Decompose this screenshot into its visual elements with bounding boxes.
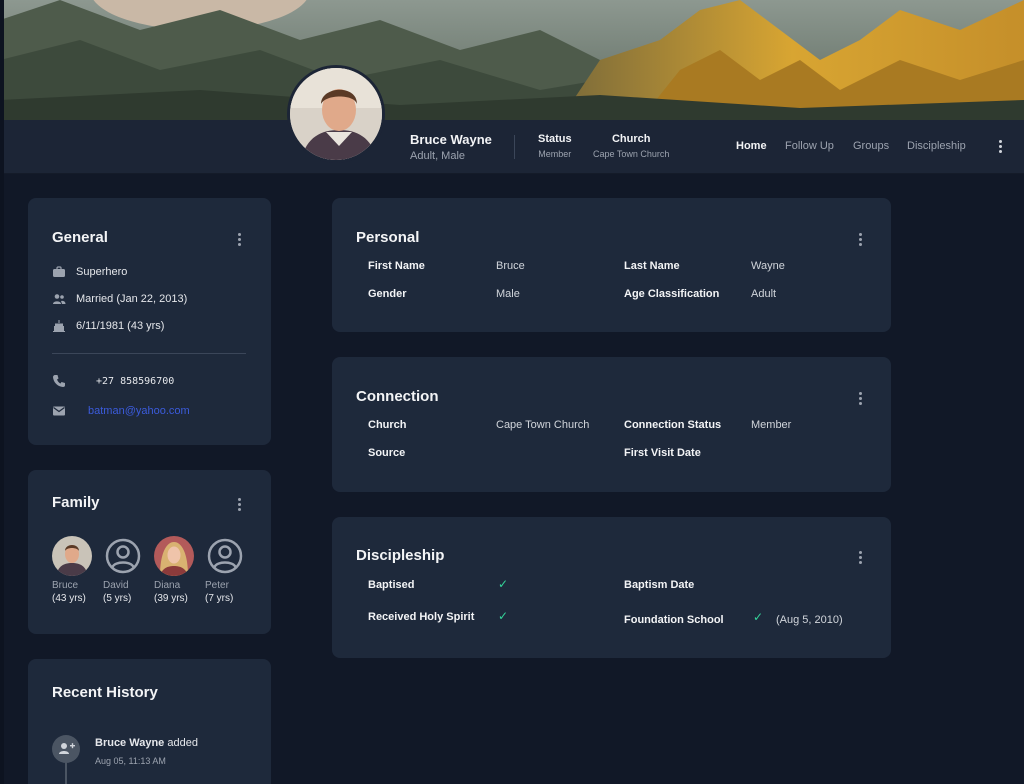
- personal-title: Personal: [356, 229, 420, 246]
- history-action: added: [167, 737, 198, 749]
- family-avatar: [52, 536, 92, 576]
- cake-icon: [53, 320, 65, 332]
- holy-spirit-label: Received Holy Spirit: [368, 611, 475, 623]
- birthday-row: 6/11/1981 (43 yrs): [52, 319, 164, 333]
- mail-icon: [53, 406, 65, 416]
- conn-status-value: Member: [751, 419, 792, 431]
- status-label: Status: [538, 133, 572, 145]
- profile-avatar[interactable]: [287, 65, 385, 163]
- family-member-age: (7 yrs): [205, 593, 234, 604]
- baptism-date-label: Baptism Date: [624, 579, 695, 591]
- marital-text: Married (Jan 22, 2013): [76, 293, 188, 305]
- discipleship-more-icon[interactable]: [859, 551, 863, 566]
- nav-discipleship[interactable]: Discipleship: [907, 140, 966, 152]
- occupation-text: Superhero: [76, 266, 128, 278]
- family-avatar: [154, 536, 194, 576]
- baptised-label: Baptised: [368, 579, 415, 591]
- phone-icon: [53, 375, 65, 387]
- discipleship-title: Discipleship: [356, 547, 445, 564]
- family-member[interactable]: David (5 yrs): [103, 536, 153, 604]
- church-meta: Church Cape Town Church: [593, 133, 669, 159]
- gender-label: Gender: [368, 288, 407, 300]
- connection-more-icon[interactable]: [859, 392, 863, 407]
- family-member-name: David: [103, 580, 129, 591]
- age-class-value: Adult: [751, 288, 777, 300]
- church-label: Church: [611, 133, 651, 145]
- conn-status-label: Connection Status: [624, 419, 722, 431]
- nav-follow-up[interactable]: Follow Up: [785, 140, 834, 152]
- user-add-icon: [52, 735, 80, 763]
- holy-spirit-check-icon: ✓: [498, 609, 509, 623]
- family-member[interactable]: Bruce (43 yrs): [52, 536, 102, 604]
- foundation-check-icon: ✓: [753, 610, 764, 624]
- phone-row: +27 858596700: [52, 374, 174, 388]
- family-member[interactable]: Diana (39 yrs): [154, 536, 204, 604]
- conn-church-value: Cape Town Church: [496, 419, 590, 431]
- nav-home[interactable]: Home: [736, 140, 767, 152]
- last-name-value: Wayne: [751, 260, 785, 272]
- first-visit-label: First Visit Date: [624, 447, 701, 459]
- family-title: Family: [52, 494, 100, 511]
- history-item: Bruce Wayne added: [95, 737, 198, 749]
- nav-groups[interactable]: Groups: [853, 140, 889, 152]
- connection-card: Connection Church Cape Town Church Conne…: [332, 357, 891, 492]
- general-more-icon[interactable]: [238, 233, 242, 248]
- status-value: Member: [538, 149, 572, 159]
- profile-name: Bruce Wayne: [410, 132, 492, 147]
- baptised-check-icon: ✓: [498, 577, 509, 591]
- user-circle-icon: [205, 536, 245, 576]
- users-icon: [53, 294, 66, 304]
- conn-church-label: Church: [368, 419, 407, 431]
- age-class-label: Age Classification: [624, 288, 720, 300]
- first-name-label: First Name: [368, 260, 425, 272]
- profile-subtitle: Adult, Male: [410, 150, 466, 162]
- cover-banner: [0, 0, 1024, 120]
- family-member[interactable]: Peter (7 yrs): [205, 536, 255, 604]
- status-meta: Status Member: [538, 133, 572, 159]
- family-member-age: (39 yrs): [154, 593, 188, 604]
- foundation-date: (Aug 5, 2010): [776, 614, 843, 626]
- connection-title: Connection: [356, 388, 439, 405]
- user-circle-icon: [103, 536, 143, 576]
- mountain-landscape-image: [0, 0, 1024, 120]
- personal-more-icon[interactable]: [859, 233, 863, 248]
- first-name-value: Bruce: [496, 260, 525, 272]
- history-actor[interactable]: Bruce Wayne: [95, 737, 164, 749]
- source-label: Source: [368, 447, 406, 459]
- foundation-label: Foundation School: [624, 614, 724, 626]
- header-divider: [514, 135, 515, 159]
- occupation-row: Superhero: [52, 265, 127, 279]
- general-divider: [52, 353, 246, 354]
- family-member-name: Peter: [205, 580, 229, 591]
- phone-text[interactable]: +27 858596700: [96, 376, 174, 387]
- history-time: Aug 05, 11:13 AM: [95, 756, 166, 766]
- header-more-icon[interactable]: [999, 140, 1003, 155]
- family-card: Family Bruce (43 yrs) David (5 yrs) Dian…: [28, 470, 271, 634]
- email-row: batman@yahoo.com: [52, 404, 190, 418]
- history-title: Recent History: [52, 684, 158, 701]
- general-card: General Superhero Married (Jan 22, 2013)…: [28, 198, 271, 445]
- family-member-age: (5 yrs): [103, 593, 132, 604]
- profile-name-block: Bruce Wayne Adult, Male: [410, 132, 492, 162]
- personal-card: Personal First Name Bruce Last Name Wayn…: [332, 198, 891, 332]
- general-title: General: [52, 229, 108, 246]
- church-value: Cape Town Church: [593, 149, 670, 159]
- family-member-age: (43 yrs): [52, 593, 86, 604]
- family-member-name: Diana: [154, 580, 181, 591]
- birthday-text: 6/11/1981 (43 yrs): [76, 320, 165, 332]
- left-edge: [0, 0, 4, 784]
- marital-row: Married (Jan 22, 2013): [52, 292, 187, 306]
- family-member-name: Bruce: [52, 580, 79, 591]
- email-link[interactable]: batman@yahoo.com: [88, 405, 190, 417]
- recent-history-card: Recent History Bruce Wayne added Aug 05,…: [28, 659, 271, 784]
- gender-value: Male: [496, 288, 520, 300]
- briefcase-icon: [53, 266, 65, 277]
- last-name-label: Last Name: [624, 260, 680, 272]
- discipleship-card: Discipleship Baptised ✓ Baptism Date Rec…: [332, 517, 891, 658]
- family-more-icon[interactable]: [238, 498, 242, 513]
